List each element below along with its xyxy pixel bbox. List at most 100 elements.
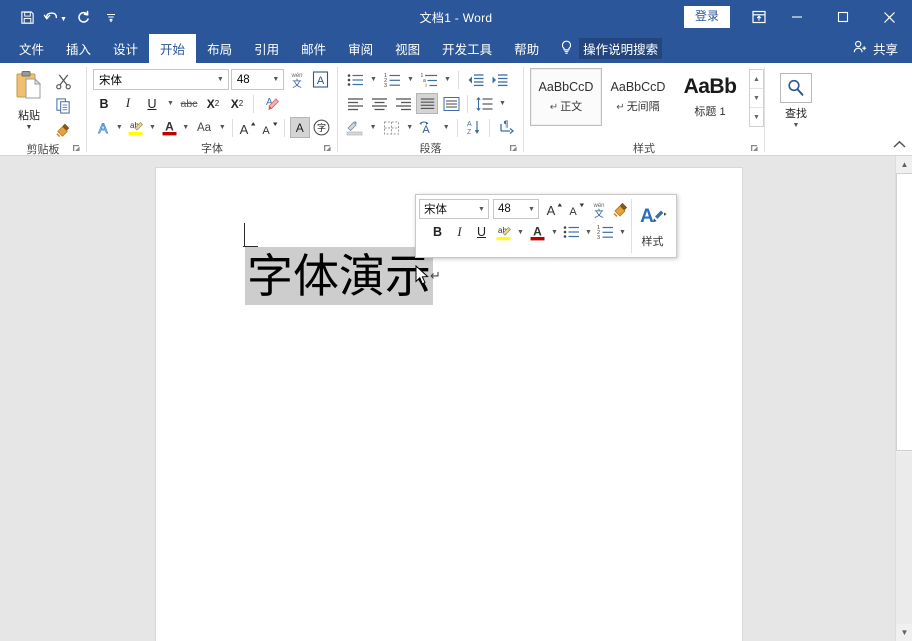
undo-caret-icon[interactable]: ▼	[60, 16, 67, 23]
tab-home[interactable]: 开始	[149, 34, 196, 63]
editing-caret-icon[interactable]: ▼	[793, 123, 800, 129]
tab-mailings[interactable]: 邮件	[290, 34, 337, 63]
font-name-caret-icon[interactable]: ▼	[213, 76, 228, 83]
style-item-heading-1[interactable]: AaBb 标题 1	[674, 68, 746, 126]
bold-button[interactable]: B	[93, 93, 115, 114]
enclose-characters-button[interactable]: 字	[312, 117, 331, 138]
clipboard-dialog-launcher[interactable]	[72, 144, 82, 154]
scroll-thumb[interactable]	[896, 173, 912, 451]
underline-button[interactable]: U	[141, 93, 163, 114]
tab-review[interactable]: 审阅	[337, 34, 384, 63]
minimize-button[interactable]	[774, 0, 820, 34]
maximize-button[interactable]	[820, 0, 866, 34]
scroll-up-arrow-icon[interactable]: ▲	[896, 156, 912, 173]
numbering-caret-icon[interactable]: ▼	[405, 69, 416, 90]
paragraph-dialog-launcher[interactable]	[509, 144, 519, 154]
character-border-button[interactable]: A	[310, 69, 331, 90]
line-spacing-button[interactable]	[473, 93, 495, 114]
mini-font-color-button[interactable]: A	[527, 222, 548, 242]
distribute-button[interactable]	[440, 93, 462, 114]
clear-formatting-button[interactable]: A	[259, 93, 281, 114]
mini-bold-button[interactable]: B	[427, 222, 448, 242]
superscript-button[interactable]: X2	[226, 93, 248, 114]
mini-numbering-button[interactable]: 123	[595, 222, 616, 242]
mini-underline-button[interactable]: U	[471, 222, 492, 242]
multilevel-list-button[interactable]: 1ai	[418, 69, 440, 90]
mini-bullets-caret-icon[interactable]: ▼	[583, 222, 594, 242]
document-selected-text[interactable]: 字体演示	[245, 247, 433, 305]
undo-icon[interactable]: ▼	[42, 5, 68, 29]
increase-indent-button[interactable]	[488, 69, 510, 90]
italic-button[interactable]: I	[117, 93, 139, 114]
mini-phonetic-guide-button[interactable]: wén文	[588, 199, 609, 219]
phonetic-guide-button[interactable]: wén文	[286, 69, 307, 90]
mini-font-size-caret-icon[interactable]: ▼	[525, 206, 538, 213]
mini-shrink-font-button[interactable]: A	[566, 199, 587, 219]
tell-me-search[interactable]: 操作说明搜索	[560, 34, 662, 63]
style-item-normal[interactable]: AaBbCcD ↵正文	[530, 68, 602, 126]
tab-layout[interactable]: 布局	[196, 34, 243, 63]
shrink-font-button[interactable]: A	[260, 117, 279, 138]
mini-numbering-caret-icon[interactable]: ▼	[617, 222, 628, 242]
mini-bullets-button[interactable]	[561, 222, 582, 242]
bullets-caret-icon[interactable]: ▼	[368, 69, 379, 90]
tab-help[interactable]: 帮助	[503, 34, 550, 63]
mini-italic-button[interactable]: I	[449, 222, 470, 242]
editing-button[interactable]: 查找 ▼	[771, 67, 821, 139]
align-center-button[interactable]	[368, 93, 390, 114]
format-painter-button[interactable]	[52, 118, 74, 140]
font-name-combo[interactable]: 宋体 ▼	[93, 69, 229, 90]
borders-button[interactable]	[381, 117, 403, 138]
text-highlight-button[interactable]: ab	[126, 117, 145, 138]
cut-button[interactable]	[52, 70, 74, 92]
styles-more-icon[interactable]: ▼	[750, 108, 763, 126]
styles-scroll-down-icon[interactable]: ▼	[750, 89, 763, 108]
tab-view[interactable]: 视图	[384, 34, 431, 63]
tell-me-label[interactable]: 操作说明搜索	[579, 38, 662, 59]
mini-format-painter-button[interactable]	[610, 199, 631, 219]
close-button[interactable]	[866, 0, 912, 34]
font-color-caret-icon[interactable]: ▼	[181, 117, 191, 138]
save-icon[interactable]	[14, 5, 40, 29]
ribbon-display-options-icon[interactable]	[744, 0, 774, 34]
customize-qat-icon[interactable]	[98, 5, 124, 29]
tab-insert[interactable]: 插入	[55, 34, 102, 63]
change-case-caret-icon[interactable]: ▼	[218, 117, 228, 138]
decrease-indent-button[interactable]	[464, 69, 486, 90]
tab-references[interactable]: 引用	[243, 34, 290, 63]
styles-gallery-scroll[interactable]: ▲ ▼ ▼	[749, 69, 764, 127]
subscript-button[interactable]: X2	[202, 93, 224, 114]
tab-file[interactable]: 文件	[8, 34, 55, 63]
mini-grow-font-button[interactable]: A	[544, 199, 565, 219]
shading-button[interactable]	[344, 117, 366, 138]
font-dialog-launcher[interactable]	[323, 144, 333, 154]
align-right-button[interactable]	[392, 93, 414, 114]
styles-scroll-up-icon[interactable]: ▲	[750, 70, 763, 89]
vertical-scrollbar[interactable]: ▲ ▼	[895, 156, 912, 641]
mini-font-size-combo[interactable]: 48 ▼	[493, 199, 539, 219]
grow-font-button[interactable]: A	[238, 117, 257, 138]
paste-button[interactable]: 粘贴 ▼	[6, 67, 52, 140]
sign-in-button[interactable]: 登录	[684, 6, 730, 28]
find-icon-box[interactable]	[780, 73, 812, 103]
text-effects-caret-icon[interactable]: ▼	[114, 117, 124, 138]
character-shading-button[interactable]: A	[290, 117, 310, 138]
shading-caret-icon[interactable]: ▼	[368, 117, 379, 138]
sort-button[interactable]: AZ	[463, 117, 485, 138]
share-button[interactable]: 共享	[853, 34, 898, 63]
scroll-down-arrow-icon[interactable]: ▼	[896, 624, 912, 641]
strikethrough-button[interactable]: abc	[178, 93, 200, 114]
scroll-track-lower[interactable]	[896, 452, 912, 624]
text-effects-button[interactable]: A	[93, 117, 112, 138]
align-left-button[interactable]	[344, 93, 366, 114]
redo-icon[interactable]	[70, 5, 96, 29]
mini-font-name-caret-icon[interactable]: ▼	[475, 206, 488, 213]
font-size-caret-icon[interactable]: ▼	[268, 76, 283, 83]
highlight-caret-icon[interactable]: ▼	[148, 117, 158, 138]
copy-button[interactable]	[52, 94, 74, 116]
borders-caret-icon[interactable]: ▼	[404, 117, 415, 138]
styles-dialog-launcher[interactable]	[750, 144, 760, 154]
justify-button[interactable]	[416, 93, 438, 114]
chinese-layout-button[interactable]: A	[417, 117, 439, 138]
multilevel-caret-icon[interactable]: ▼	[442, 69, 453, 90]
